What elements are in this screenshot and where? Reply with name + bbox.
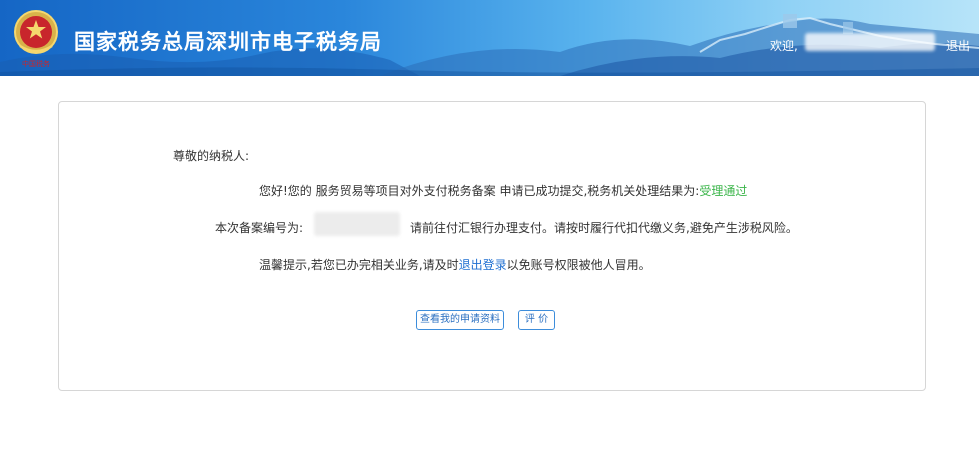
site-title: 国家税务总局深圳市电子税务局 [74, 30, 382, 54]
record-number-redacted [314, 212, 400, 236]
reminder-line: 温馨提示,若您已办完相关业务,请及时退出登录以免账号权限被他人冒用。 [259, 256, 651, 273]
notice-panel: 尊敬的纳税人: 您好!您的 服务贸易等项目对外支付税务备案 申请已成功提交,税务… [58, 101, 926, 391]
username-redacted [805, 33, 935, 51]
payment-instruction: 请前往付汇银行办理支付。请按时履行代扣代缴义务,避免产生涉税风险。 [410, 221, 798, 235]
salutation: 尊敬的纳税人: [173, 149, 250, 163]
reminder-prefix: 温馨提示,若您已办完相关业务,请及时 [259, 258, 459, 272]
reminder-suffix: 以免账号权限被他人冒用。 [506, 258, 651, 272]
record-number-label: 本次备案编号为: [215, 221, 304, 235]
submission-result-text: 您好!您的 服务贸易等项目对外支付税务备案 申请已成功提交,税务机关处理结果为: [259, 184, 700, 198]
status-badge: 受理通过 [699, 184, 748, 198]
view-my-application-button[interactable]: 查看我的申请资料 [416, 310, 504, 330]
logout-inline-link[interactable]: 退出登录 [459, 258, 507, 272]
welcome-text: 欢迎, [770, 39, 798, 53]
header-banner: 中国税务 国家税务总局深圳市电子税务局 欢迎, 退出 [0, 0, 979, 76]
svg-text:中国税务: 中国税务 [22, 59, 50, 68]
tax-emblem-icon: 中国税务 [12, 8, 60, 70]
submission-result-line: 您好!您的 服务贸易等项目对外支付税务备案 申请已成功提交,税务机关处理结果为:… [259, 182, 747, 199]
logout-link[interactable]: 退出 [946, 37, 970, 54]
rate-button[interactable]: 评 价 [518, 310, 555, 330]
